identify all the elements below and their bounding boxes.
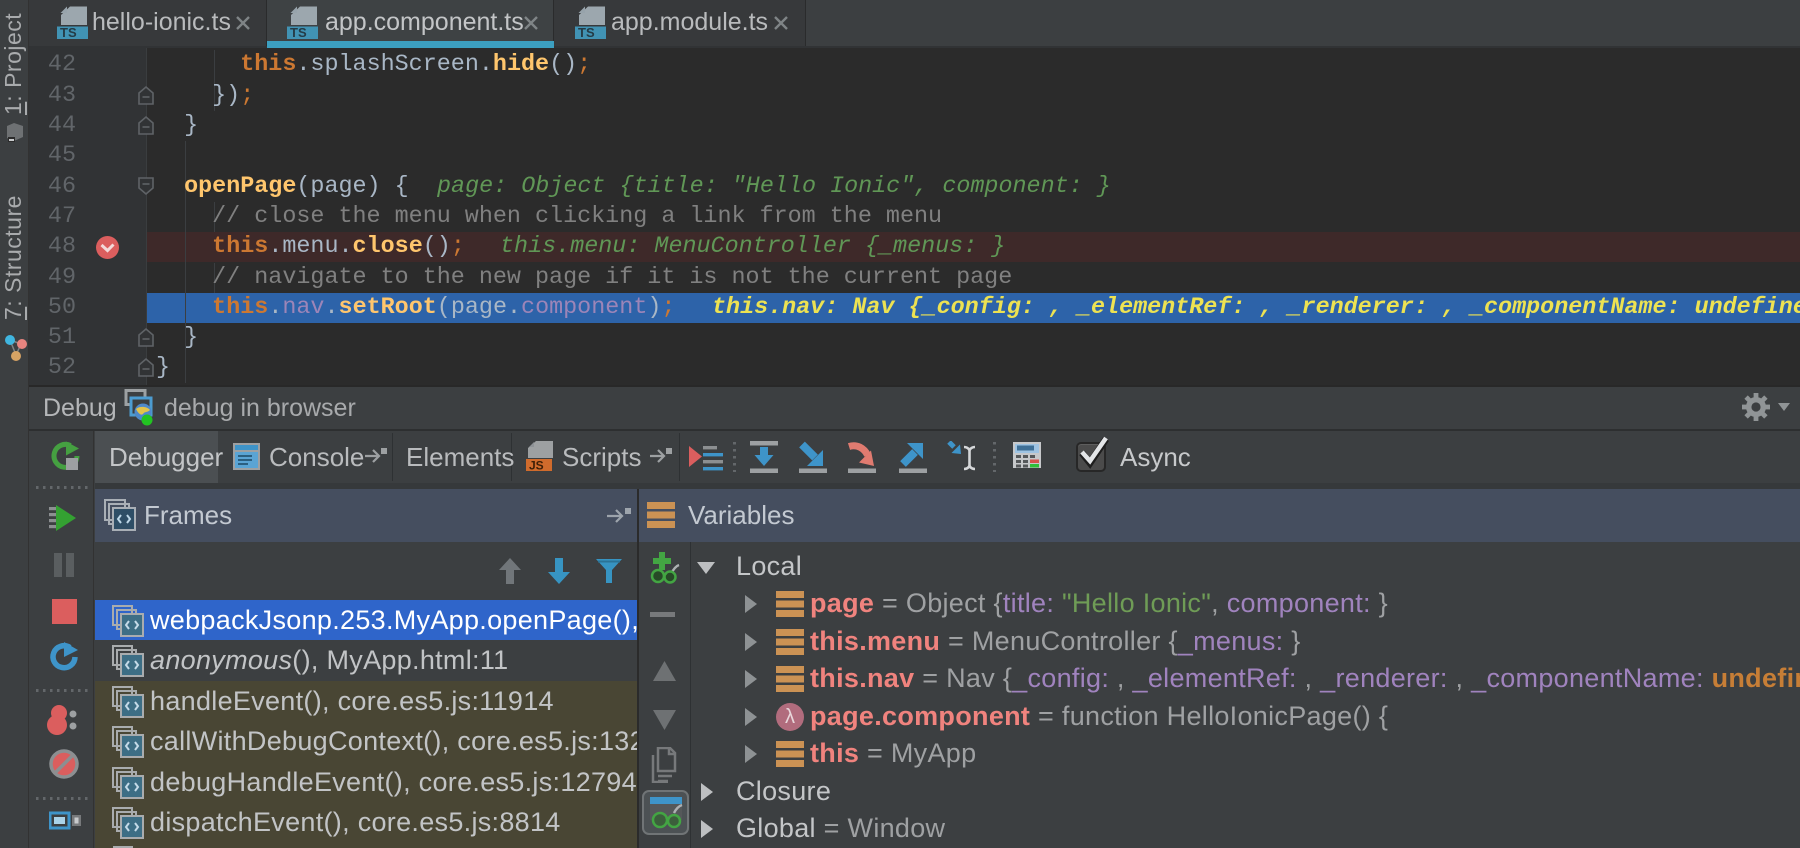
svg-text:TS: TS <box>60 25 77 39</box>
svg-text:JS: JS <box>529 459 544 473</box>
svg-text:TS: TS <box>578 25 595 39</box>
svg-text:TS: TS <box>290 25 307 39</box>
